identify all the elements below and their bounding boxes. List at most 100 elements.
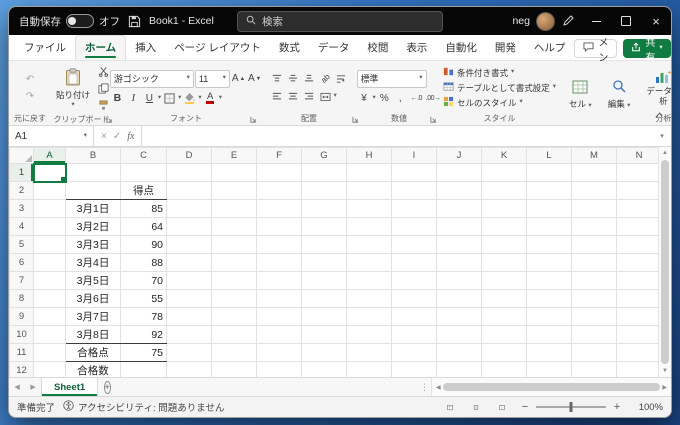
autosave-toggle[interactable]	[66, 14, 94, 28]
cell-L9[interactable]	[527, 308, 572, 326]
cell-C11[interactable]: 75	[121, 344, 167, 362]
cell-N11[interactable]	[617, 344, 662, 362]
cell-M11[interactable]	[572, 344, 617, 362]
insert-function-icon[interactable]: fx	[127, 131, 134, 142]
scroll-right-icon[interactable]: ▶	[660, 384, 669, 391]
cell-M1[interactable]	[572, 164, 617, 182]
cell-D2[interactable]	[167, 182, 212, 200]
cell-B3[interactable]: 3月1日	[66, 200, 121, 218]
zoom-out-icon[interactable]: −	[519, 401, 531, 413]
formula-bar-expand-icon[interactable]: ▾	[653, 126, 671, 146]
cell-B4[interactable]: 3月2日	[66, 218, 121, 236]
cell-I8[interactable]	[392, 290, 437, 308]
cell-L5[interactable]	[527, 236, 572, 254]
cell-D8[interactable]	[167, 290, 212, 308]
cancel-formula-icon[interactable]: ×	[101, 131, 107, 142]
cell-C6[interactable]: 88	[121, 254, 167, 272]
cell-L8[interactable]	[527, 290, 572, 308]
cell-I1[interactable]	[392, 164, 437, 182]
cell-N9[interactable]	[617, 308, 662, 326]
cell-H10[interactable]	[347, 326, 392, 344]
cell-G8[interactable]	[302, 290, 347, 308]
cell-D3[interactable]	[167, 200, 212, 218]
cell-C2[interactable]: 得点	[121, 182, 167, 200]
cell-A4[interactable]	[34, 218, 66, 236]
cell-E6[interactable]	[212, 254, 257, 272]
cell-B12[interactable]: 合格数	[66, 362, 121, 378]
cell-G4[interactable]	[302, 218, 347, 236]
cell-N12[interactable]	[617, 362, 662, 378]
cell-N1[interactable]	[617, 164, 662, 182]
pen-icon[interactable]	[555, 7, 581, 35]
cell-J9[interactable]	[437, 308, 482, 326]
align-top-icon[interactable]	[270, 71, 285, 86]
cell-F5[interactable]	[257, 236, 302, 254]
save-icon[interactable]	[128, 15, 141, 28]
row-header-4[interactable]: 4	[10, 218, 34, 236]
cell-J11[interactable]	[437, 344, 482, 362]
cell-L2[interactable]	[527, 182, 572, 200]
cell-A7[interactable]	[34, 272, 66, 290]
scrollbar-resize-handle[interactable]: ⋮	[418, 378, 431, 396]
cell-G7[interactable]	[302, 272, 347, 290]
zoom-slider[interactable]	[536, 406, 606, 408]
cell-M6[interactable]	[572, 254, 617, 272]
cell-B5[interactable]: 3月3日	[66, 236, 121, 254]
cell-M10[interactable]	[572, 326, 617, 344]
cell-K1[interactable]	[482, 164, 527, 182]
zoom-in-icon[interactable]: +	[611, 401, 623, 413]
close-button[interactable]: ×	[641, 7, 671, 35]
cell-L4[interactable]	[527, 218, 572, 236]
cell-A1[interactable]	[34, 164, 66, 182]
row-header-10[interactable]: 10	[10, 326, 34, 344]
cell-I9[interactable]	[392, 308, 437, 326]
cells-button[interactable]: セル ▾	[564, 64, 597, 125]
column-header-K[interactable]: K	[482, 148, 527, 164]
cell-G2[interactable]	[302, 182, 347, 200]
cell-C5[interactable]: 90	[121, 236, 167, 254]
format-painter-icon[interactable]	[96, 98, 111, 113]
cell-A11[interactable]	[34, 344, 66, 362]
currency-dropdown-icon[interactable]: ▾	[373, 95, 376, 102]
cell-J6[interactable]	[437, 254, 482, 272]
cell-E5[interactable]	[212, 236, 257, 254]
cell-E12[interactable]	[212, 362, 257, 378]
cell-E7[interactable]	[212, 272, 257, 290]
cell-G11[interactable]	[302, 344, 347, 362]
row-header-8[interactable]: 8	[10, 290, 34, 308]
align-middle-icon[interactable]	[286, 71, 301, 86]
cell-M9[interactable]	[572, 308, 617, 326]
cell-L11[interactable]	[527, 344, 572, 362]
cell-L10[interactable]	[527, 326, 572, 344]
cell-G3[interactable]	[302, 200, 347, 218]
conditional-formatting-button[interactable]: 条件付き書式 ▾	[441, 65, 558, 80]
cell-E8[interactable]	[212, 290, 257, 308]
paste-button[interactable]: 貼り付け ▾	[52, 64, 94, 113]
underline-dropdown-icon[interactable]: ▾	[158, 95, 161, 102]
sheet-nav-left-icon[interactable]: ◀	[9, 378, 25, 396]
cell-H5[interactable]	[347, 236, 392, 254]
cell-M3[interactable]	[572, 200, 617, 218]
formula-input[interactable]	[142, 126, 653, 146]
cell-H12[interactable]	[347, 362, 392, 378]
cell-F6[interactable]	[257, 254, 302, 272]
column-header-E[interactable]: E	[212, 148, 257, 164]
cell-N7[interactable]	[617, 272, 662, 290]
cell-K5[interactable]	[482, 236, 527, 254]
column-header-C[interactable]: C	[121, 148, 167, 164]
align-center-icon[interactable]	[286, 89, 301, 104]
cell-D4[interactable]	[167, 218, 212, 236]
redo-icon[interactable]: ↷	[23, 89, 38, 104]
horizontal-scrollbar[interactable]: ◀ ▶	[431, 378, 671, 396]
cell-M4[interactable]	[572, 218, 617, 236]
cell-J8[interactable]	[437, 290, 482, 308]
cell-J7[interactable]	[437, 272, 482, 290]
column-header-I[interactable]: I	[392, 148, 437, 164]
row-header-9[interactable]: 9	[10, 308, 34, 326]
cell-L12[interactable]	[527, 362, 572, 378]
row-header-6[interactable]: 6	[10, 254, 34, 272]
cell-G9[interactable]	[302, 308, 347, 326]
percent-style-icon[interactable]: %	[377, 91, 392, 106]
data-analysis-button[interactable]: データ分析	[641, 64, 671, 111]
cell-K11[interactable]	[482, 344, 527, 362]
